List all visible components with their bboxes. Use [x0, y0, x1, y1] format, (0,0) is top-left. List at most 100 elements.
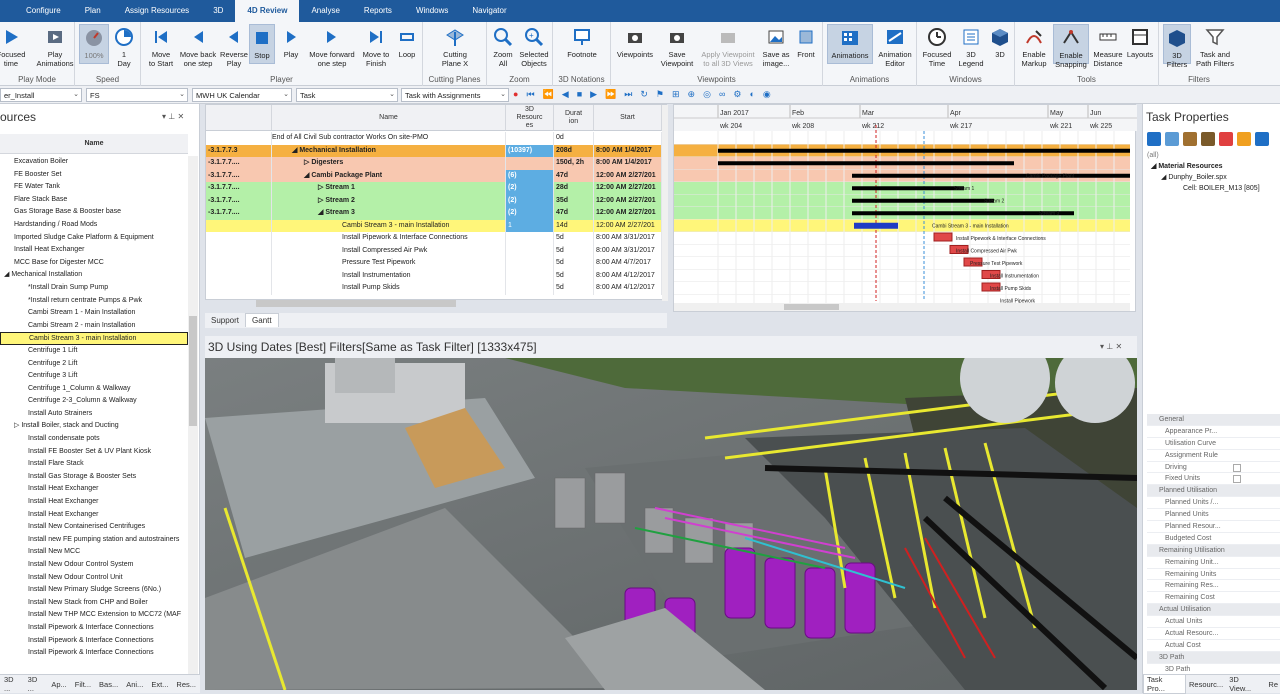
- record-icon[interactable]: ●: [513, 89, 518, 100]
- resource-item[interactable]: Install FE Booster Set & UV Plant Kiosk: [0, 446, 188, 459]
- tab-gantt[interactable]: Gantt: [245, 313, 279, 327]
- pin-icon[interactable]: ⊥: [1106, 342, 1113, 351]
- skip-back-icon[interactable]: ⏮: [526, 89, 534, 100]
- task-row[interactable]: Install Pump Skids 5d 8:00 AM 4/12/2017: [206, 282, 662, 295]
- grid-scrollbar[interactable]: [662, 105, 668, 301]
- tree-file[interactable]: ◢ Dunphy_Boiler.spx: [1147, 172, 1279, 183]
- play-icon[interactable]: ▶: [590, 89, 597, 100]
- tree-all[interactable]: (all): [1147, 150, 1279, 161]
- property-row[interactable]: Appearance Pr...: [1147, 426, 1280, 438]
- menu-windows[interactable]: Windows: [404, 0, 460, 22]
- dropdown-icon[interactable]: ▾: [162, 112, 166, 121]
- close-icon[interactable]: ✕: [177, 112, 184, 121]
- fast-forward-icon[interactable]: ⏩: [605, 89, 616, 100]
- move-forward-button[interactable]: Move forward one step: [305, 24, 359, 68]
- resource-item[interactable]: Install new FE pumping station and autos…: [0, 534, 188, 547]
- apply-viewpoint-button[interactable]: Apply Viewpoint to all 3D Views: [695, 24, 761, 68]
- resource-item[interactable]: Install Pipework & Interface Connections: [0, 635, 188, 648]
- resource-item[interactable]: Cambi Stream 3 - main Installation: [0, 332, 188, 345]
- resource-item[interactable]: Install Auto Strainers: [0, 408, 188, 421]
- menu-3d[interactable]: 3D: [201, 0, 235, 22]
- zoom-all-button[interactable]: Zoom All: [490, 24, 516, 68]
- save-as-image-button[interactable]: Save as image...: [761, 24, 791, 68]
- measure-distance-button[interactable]: Measure Distance: [1091, 24, 1125, 68]
- resource-item[interactable]: *Install Drain Sump Pump: [0, 282, 188, 295]
- property-row[interactable]: Actual Resourc...: [1147, 628, 1280, 640]
- animation-editor-button[interactable]: Animation Editor: [875, 24, 915, 68]
- panel-tab[interactable]: Resourc...: [1186, 680, 1226, 689]
- plant-3d-render[interactable]: [205, 358, 1137, 690]
- resource-item[interactable]: FE Water Tank: [0, 181, 188, 194]
- task-row[interactable]: -3.1.7.7.... ◢ Cambi Package Plant (6) 47d 1…: [206, 169, 662, 182]
- panel-tab[interactable]: Re: [1265, 680, 1280, 689]
- resource-item[interactable]: Centrifuge 1 Lift: [0, 345, 188, 358]
- property-row[interactable]: Remaining Res...: [1147, 580, 1280, 593]
- resource-item[interactable]: Install Heat Exchanger: [0, 483, 188, 496]
- enable-snapping-button[interactable]: Enable Snapping: [1053, 24, 1089, 69]
- task-row[interactable]: Install Instrumentation 5d 8:00 AM 4/12/20…: [206, 269, 662, 282]
- move-back-button[interactable]: Move back one step: [177, 24, 219, 68]
- task-type-combo[interactable]: Task ⌄: [296, 88, 398, 102]
- task-row[interactable]: End of All Civil Sub contractor Works On…: [206, 132, 662, 145]
- property-row[interactable]: Fixed Units: [1147, 473, 1280, 486]
- speed-percent-button[interactable]: 100%: [79, 24, 109, 64]
- gear-icon[interactable]: [1219, 132, 1233, 146]
- task-row[interactable]: -3.1.7.7.... ◢ Stream 3 (2) 47d 12:00 AM 2/2…: [206, 207, 662, 220]
- save-viewpoint-button[interactable]: Save Viewpoint: [659, 24, 695, 68]
- play-animations-button[interactable]: Play Animations: [36, 24, 74, 68]
- enable-markup-button[interactable]: Enable Markup: [1017, 24, 1051, 68]
- move-to-start-button[interactable]: Move to Start: [145, 24, 177, 68]
- move-to-finish-button[interactable]: Move to Finish: [359, 24, 393, 68]
- resource-item[interactable]: Centrifuge 2 Lift: [0, 358, 188, 371]
- resource-item[interactable]: Install Gas Storage & Booster Sets: [0, 471, 188, 484]
- task-row[interactable]: Install Pipework & Interface Connections…: [206, 232, 662, 245]
- close-icon[interactable]: ✕: [1115, 342, 1122, 351]
- link-icon[interactable]: [1165, 132, 1179, 146]
- resource-item[interactable]: Install New Containerised Centrifuges: [0, 521, 188, 534]
- resource-item[interactable]: Centrifuge 2-3_Column & Walkway: [0, 395, 188, 408]
- property-row[interactable]: Planned Units: [1147, 509, 1280, 522]
- resource-item[interactable]: ◢ Mechanical Installation: [0, 269, 188, 282]
- property-category[interactable]: General: [1147, 414, 1280, 426]
- funnel-icon[interactable]: [1237, 132, 1251, 146]
- timeline-icon[interactable]: ⊞: [672, 89, 680, 100]
- task-row[interactable]: -3.1.7.7.... ▷ Stream 1 (2) 28d 12:00 AM 2/2…: [206, 182, 662, 195]
- resource-item[interactable]: Install New Primary Sludge Screens (6No.…: [0, 584, 188, 597]
- task-row[interactable]: -3.1.7.7.3 ◢ Mechanical Installation (1039…: [206, 144, 662, 157]
- task-row[interactable]: Cambi Stream 3 - main Installation 1 14d 12…: [206, 219, 662, 232]
- duration-column-header[interactable]: Durat ion: [554, 105, 594, 131]
- grid-hscroll-thumb[interactable]: [256, 300, 456, 307]
- resource-item[interactable]: Imported Sludge Cake Platform & Equipmen…: [0, 232, 188, 245]
- resource-item[interactable]: Install New MCC: [0, 546, 188, 559]
- resource-item[interactable]: Cambi Stream 2 - main Installation: [0, 320, 188, 333]
- tree-cell[interactable]: Cell: BOILER_M13 [805]: [1147, 183, 1279, 194]
- task-view-combo[interactable]: Task with Assignments ⌄: [401, 88, 509, 102]
- flag-icon[interactable]: ⚑: [656, 89, 664, 100]
- viewpoints-button[interactable]: Viewpoints: [613, 24, 657, 59]
- resource-item[interactable]: MCC Base for Digester MCC: [0, 257, 188, 270]
- calendar-combo[interactable]: MWH UK Calendar ⌄: [192, 88, 292, 102]
- resource-item[interactable]: Install Pipework & Interface Connections: [0, 622, 188, 635]
- resource-item[interactable]: Install Flare Stack: [0, 458, 188, 471]
- task-row[interactable]: -3.1.7.7.... ▷ Stream 2 (2) 35d 12:00 AM 2/2…: [206, 194, 662, 207]
- menu-navigator[interactable]: Navigator: [460, 0, 518, 22]
- resource-item[interactable]: Cambi Stream 1 - Main Installation: [0, 307, 188, 320]
- property-row[interactable]: Remaining Unit...: [1147, 557, 1280, 569]
- front-view-button[interactable]: Front: [793, 24, 819, 59]
- footnote-button[interactable]: Footnote: [561, 24, 603, 59]
- resources-column-header[interactable]: 3D Resourc es: [506, 105, 554, 131]
- cutting-plane-button[interactable]: Cutting Plane X: [433, 24, 477, 68]
- task-row[interactable]: Install Compressed Air Pwk 5d 8:00 AM 3/31…: [206, 244, 662, 257]
- resource-item[interactable]: Install New Stack from CHP and Boiler: [0, 597, 188, 610]
- resource-item[interactable]: Install Pipework & Interface Connections: [0, 647, 188, 660]
- globe-icon[interactable]: ◉: [763, 89, 771, 100]
- gantt-chart[interactable]: Jan 2017 Feb Mar Apr May Jun wk 204 wk 208 wk 21…: [673, 104, 1137, 312]
- resource-item[interactable]: Hardstanding / Road Mods: [0, 219, 188, 232]
- resource-item[interactable]: Install condensate pots: [0, 433, 188, 446]
- property-category[interactable]: Planned Utilisation: [1147, 485, 1280, 498]
- property-category[interactable]: Actual Utilisation: [1147, 604, 1280, 617]
- menu-plan[interactable]: Plan: [73, 0, 113, 22]
- property-row[interactable]: Planned Resour...: [1147, 521, 1280, 533]
- menu-configure[interactable]: Configure: [14, 0, 73, 22]
- task-row[interactable]: Pressure Test Pipework 5d 8:00 AM 4/7/2017: [206, 257, 662, 270]
